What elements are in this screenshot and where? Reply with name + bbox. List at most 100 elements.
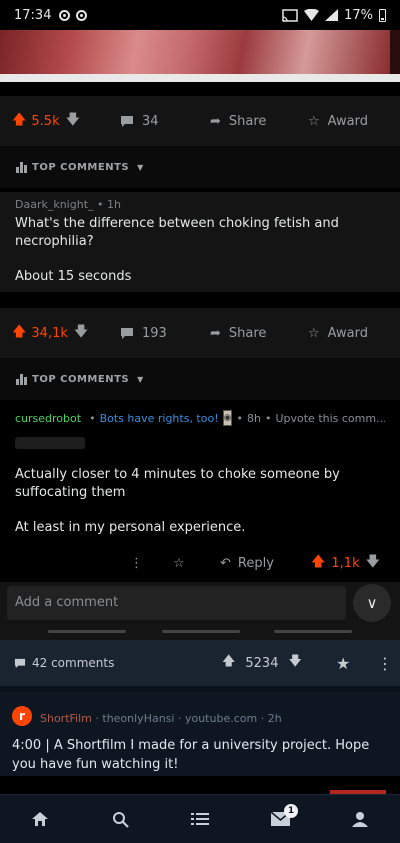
top-comments-sort[interactable]: TOP COMMENTS ▼ — [0, 358, 400, 400]
subreddit-avatar[interactable]: r — [12, 706, 32, 726]
comment-meta: cursedrobot • Bots have rights, too! ◉ •… — [15, 410, 385, 426]
status-bar: 17:34 17% — [0, 0, 400, 30]
post-action-bar: 🡅 5.5k 🡇 34 ➦ Share ☆ Award — [0, 96, 400, 146]
award-icon[interactable]: ☆ — [173, 556, 185, 571]
collapse-button[interactable]: ∨ — [353, 584, 391, 622]
vote-group: 🡅 5.5k 🡇 — [0, 109, 120, 133]
award-button[interactable]: ☆ Award — [308, 114, 368, 129]
comment-age: 1h — [107, 198, 121, 211]
upvote-icon[interactable]: 🡅 — [12, 109, 26, 133]
comments-button[interactable]: 193 — [120, 326, 210, 341]
chevron-down-icon: ▼ — [137, 162, 144, 172]
section-title: TOP COMMENTS — [32, 161, 130, 173]
user-flair: Bots have rights, too! — [99, 411, 219, 425]
star-icon[interactable]: ★ — [336, 654, 350, 673]
status-time: 17:34 — [14, 7, 52, 23]
feed-post-bar: 42 comments 🡅 5234 🡇 ★ ⋮ — [0, 640, 400, 686]
comment-icon — [121, 327, 133, 339]
post-action-bar: 🡅 34,1k 🡇 193 ➦ Share ☆ Award — [0, 308, 400, 358]
feed-score: 5234 — [245, 655, 279, 671]
top-comment[interactable]: cursedrobot • Bots have rights, too! ◉ •… — [0, 400, 400, 582]
comment-extra: Upvote this comm... — [275, 411, 385, 425]
subreddit-name[interactable]: ShortFilm — [40, 712, 92, 725]
comments-button[interactable]: 34 — [120, 114, 210, 129]
more-options-icon[interactable]: ⋮ — [130, 556, 143, 571]
inbox-button[interactable]: 1 — [260, 799, 300, 839]
scroll-handle — [162, 630, 240, 633]
share-label: Share — [228, 325, 267, 341]
post-domain: youtube.com — [184, 712, 258, 725]
add-comment-input[interactable]: Add a comment — [7, 586, 346, 620]
comment-vote-count: 1,1k — [331, 555, 360, 571]
home-icon — [32, 812, 48, 826]
comment-author[interactable]: Daark_knight_ — [15, 198, 94, 211]
award-icon: ☆ — [308, 113, 320, 129]
flair-owl-icon: ◉ — [222, 410, 233, 426]
top-comments-sort[interactable]: TOP COMMENTS ▼ — [0, 146, 400, 188]
comment-meta: Daark_knight_ • 1h — [15, 198, 121, 211]
scroll-handle — [48, 630, 126, 633]
comment-count: 34 — [142, 113, 159, 129]
comment-body: Actually closer to 4 minutes to choke so… — [15, 466, 385, 554]
profile-button[interactable] — [340, 799, 380, 839]
list-button[interactable] — [180, 799, 220, 839]
comment-line: Actually closer to 4 minutes to choke so… — [15, 467, 340, 500]
comment-author[interactable]: cursedrobot — [15, 412, 81, 425]
vote-group: 🡅 34,1k 🡇 — [0, 321, 120, 345]
share-button[interactable]: ➦ Share — [210, 326, 308, 341]
downvote-icon[interactable]: 🡇 — [366, 551, 380, 575]
feed-post-title[interactable]: 4:00 | A Shortfilm I made for a universi… — [12, 736, 388, 774]
notification-icon — [76, 9, 88, 21]
home-button[interactable] — [20, 799, 60, 839]
wifi-icon — [304, 9, 320, 21]
profile-icon — [352, 812, 368, 827]
scroll-handle — [274, 630, 352, 633]
battery-icon — [379, 8, 386, 22]
search-icon — [112, 811, 129, 828]
post-media-preview[interactable] — [0, 30, 400, 82]
comment-icon — [121, 115, 133, 127]
battery-percent: 17% — [344, 7, 373, 23]
reply-icon: ↶ — [220, 555, 231, 571]
inbox-badge: 1 — [284, 804, 298, 818]
section-title: TOP COMMENTS — [32, 373, 130, 385]
double-chevron-down-icon: ∨ — [366, 594, 378, 612]
feed-comments-button[interactable]: 42 comments — [14, 656, 114, 670]
award-label: Award — [327, 113, 368, 129]
share-icon: ➦ — [210, 113, 221, 129]
comment-line: About 15 seconds — [15, 269, 132, 284]
upvote-icon[interactable]: 🡅 — [222, 652, 235, 674]
reply-label: Reply — [237, 555, 274, 571]
cast-icon — [282, 8, 298, 22]
award-label: Award — [327, 325, 368, 341]
share-icon: ➦ — [210, 325, 221, 341]
feed-vote-group: 🡅 5234 🡇 — [222, 652, 302, 674]
post-user[interactable]: theonlyHansi — [102, 712, 174, 725]
more-options-icon[interactable]: ⋮ — [377, 654, 393, 673]
downvote-icon[interactable]: 🡇 — [288, 652, 301, 674]
feed-post-meta: ShortFilm · theonlyHansi · youtube.com ·… — [40, 712, 282, 725]
downvote-icon[interactable]: 🡇 — [66, 109, 80, 133]
reply-button[interactable]: ↶ Reply — [220, 556, 274, 571]
redacted-block — [15, 437, 85, 449]
post-age: 2h — [267, 712, 282, 725]
list-icon — [191, 813, 209, 825]
search-button[interactable] — [100, 799, 140, 839]
share-button[interactable]: ➦ Share — [210, 114, 308, 129]
upvote-icon[interactable]: 🡅 — [12, 321, 26, 345]
comment-age: 8h — [246, 411, 261, 425]
upvote-icon[interactable]: 🡅 — [311, 551, 325, 575]
media-frame — [0, 74, 400, 82]
comment-body: What's the difference between choking fe… — [15, 215, 385, 286]
award-button[interactable]: ☆ Award — [308, 326, 368, 341]
upvote-count: 34,1k — [31, 325, 68, 341]
chevron-down-icon: ▼ — [137, 374, 144, 384]
feed-post-card[interactable]: r ShortFilm · theonlyHansi · youtube.com… — [0, 686, 400, 776]
comment-line: At least in my personal experience. — [15, 520, 246, 535]
downvote-icon[interactable]: 🡇 — [74, 321, 88, 345]
signal-icon — [325, 9, 339, 21]
comment-actions: ⋮ ☆ ↶ Reply 🡅 1,1k 🡇 — [0, 551, 400, 575]
top-comment[interactable]: Daark_knight_ • 1h What's the difference… — [0, 192, 400, 292]
comment-count: 193 — [142, 325, 167, 341]
post-image — [0, 30, 390, 74]
